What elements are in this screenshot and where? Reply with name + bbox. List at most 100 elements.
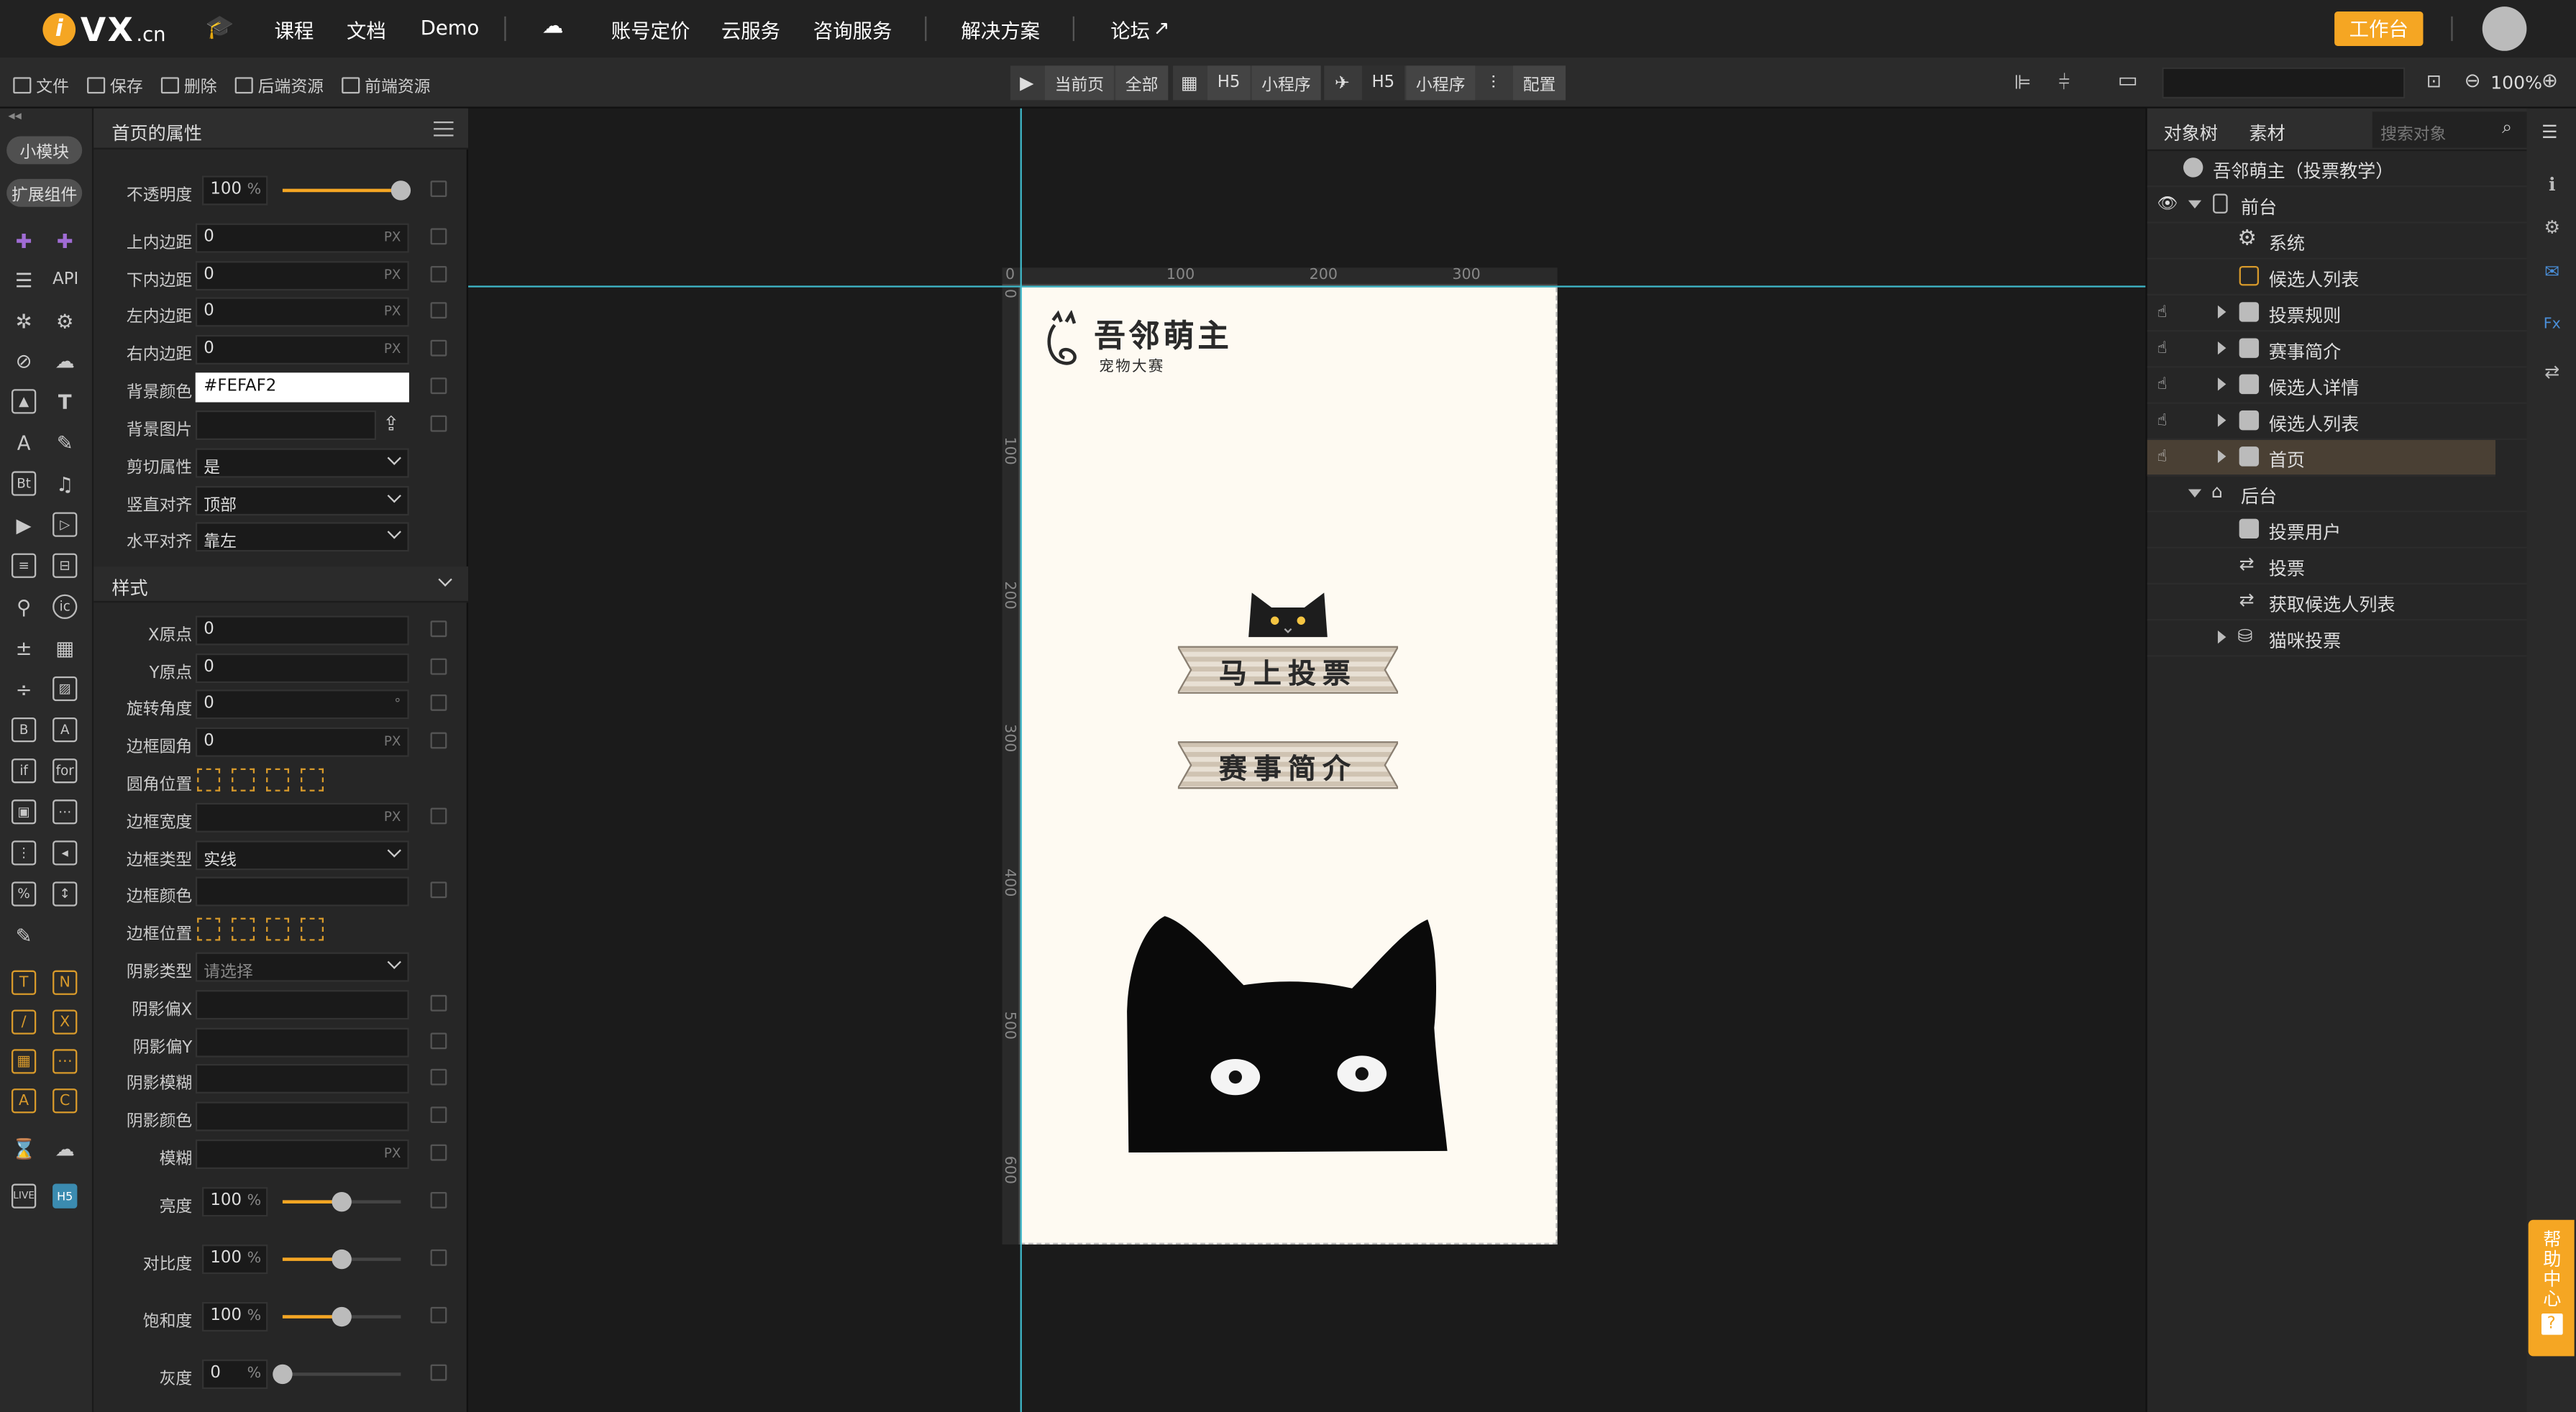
cloud-icon[interactable]: ☁ (542, 15, 564, 40)
gear-icon[interactable]: ⚙ (52, 308, 77, 333)
layout-icon[interactable]: ▣ (11, 799, 37, 825)
custom-var-icon[interactable]: C (52, 1088, 78, 1114)
tree-item-candidate-detail[interactable]: ☝ 候选人详情 (2147, 368, 2529, 404)
y-origin-input[interactable]: 0 (195, 653, 409, 684)
expand-arrow-icon[interactable] (2217, 341, 2226, 355)
copy-icon[interactable] (430, 994, 447, 1012)
contrast-slider-knob[interactable] (332, 1249, 352, 1270)
frontend-resources-button[interactable]: 前端资源 (342, 72, 431, 97)
guide-line-vertical[interactable] (1020, 108, 1022, 1412)
tree-item-vote-rules[interactable]: ☝ 投票规则 (2147, 295, 2529, 332)
copy-icon[interactable] (430, 807, 447, 825)
tree-item-candidate-list-page[interactable]: ☝ 候选人列表 (2147, 404, 2529, 441)
tree-item-system[interactable]: ⚙ 系统 (2147, 224, 2529, 260)
divide-icon[interactable]: ÷ (12, 677, 36, 701)
file-button[interactable]: 文件 (13, 72, 69, 97)
scroll-icon[interactable]: ↕ (52, 881, 78, 907)
blur-input[interactable]: PX (195, 1139, 409, 1169)
shadow-y-input[interactable] (195, 1027, 409, 1058)
hourglass-icon[interactable]: ⌛ (12, 1136, 36, 1160)
publish-h5[interactable]: H5 (1361, 65, 1405, 101)
border-left[interactable] (301, 917, 324, 941)
notes-icon[interactable]: ✎ (12, 922, 36, 947)
tree-item-project[interactable]: 吾邻萌主（投票教学） (2147, 151, 2529, 188)
align-left-icon[interactable]: ⊫ (2014, 70, 2032, 93)
for-icon[interactable]: for (52, 758, 78, 784)
halign-select[interactable]: 靠左 (195, 522, 409, 552)
grid-var-icon[interactable]: ▦ (11, 1049, 37, 1074)
tree-item-candidate-list-data[interactable]: 候选人列表 (2147, 260, 2529, 296)
saturate-slider[interactable] (282, 1306, 401, 1327)
valign-select[interactable]: 顶部 (195, 485, 409, 516)
brightness-slider-knob[interactable] (332, 1191, 352, 1212)
preview-current-page[interactable]: 当前页 (1044, 65, 1114, 101)
copy-icon[interactable] (430, 1106, 447, 1124)
expand-arrow-icon[interactable] (2217, 630, 2226, 644)
copy-icon[interactable] (430, 1191, 447, 1209)
tree-item-event-intro[interactable]: ☝ 赛事简介 (2147, 331, 2529, 368)
picker-icon[interactable]: ◂ (52, 840, 78, 866)
array-var-icon[interactable]: A (11, 1088, 37, 1114)
bg-image-input[interactable] (195, 410, 377, 441)
avatar[interactable] (2482, 6, 2527, 51)
qr-h5[interactable]: H5 (1207, 65, 1251, 101)
music-icon[interactable]: ♫ (52, 471, 77, 495)
copy-icon[interactable] (430, 1068, 447, 1086)
saturate-slider-knob[interactable] (332, 1306, 352, 1327)
tab-object-tree[interactable]: 对象树 (2164, 120, 2218, 147)
copy-icon[interactable] (430, 1306, 447, 1324)
contrast-input[interactable]: 100% (201, 1244, 268, 1275)
nav-cloud[interactable]: 云服务 (721, 17, 780, 45)
eye-icon[interactable]: 👁 (2157, 196, 2178, 214)
copy-icon[interactable] (430, 881, 447, 899)
border-right[interactable] (232, 917, 255, 941)
copy-icon[interactable] (430, 228, 447, 245)
align-center-icon[interactable]: ⫩ (2058, 70, 2070, 95)
number-var-icon[interactable]: N (52, 970, 78, 995)
expand-arrow-icon[interactable] (2217, 305, 2226, 319)
image-icon[interactable]: ▲ (11, 389, 37, 414)
edit-icon[interactable]: ✎ (52, 430, 77, 454)
expand-arrow-icon[interactable] (2217, 413, 2226, 427)
tab-assets[interactable]: 素材 (2249, 120, 2285, 147)
copy-icon[interactable] (430, 658, 447, 675)
gallery-icon[interactable]: A (52, 717, 78, 743)
qrcode-icon[interactable]: ▦ (1173, 72, 1206, 93)
x-origin-input[interactable]: 0 (195, 615, 409, 646)
chat-icon[interactable]: ✉ (2541, 261, 2563, 283)
page-preview[interactable]: 吾邻萌主 宠物大赛 马上投票 赛事简介 (1020, 287, 1558, 1245)
paper-plane-icon[interactable]: ✈ (1324, 72, 1360, 93)
brightness-input[interactable]: 100% (201, 1187, 268, 1217)
nav-solutions[interactable]: 解决方案 (961, 17, 1040, 45)
info-icon[interactable]: ℹ (2541, 174, 2563, 196)
x-var-icon[interactable]: X (52, 1009, 78, 1035)
event-intro-button[interactable]: 赛事简介 (1177, 737, 1399, 793)
media-icon[interactable]: ▷ (52, 512, 78, 537)
graduation-cap-icon[interactable]: 🎓 (206, 15, 234, 42)
vertical-slider-icon[interactable]: ⋮ (11, 840, 37, 866)
shadow-color-input[interactable] (195, 1101, 409, 1132)
hand-pointer-icon[interactable]: ☝ (2157, 340, 2167, 358)
config-button[interactable]: 配置 (1512, 65, 1566, 101)
backend-resources-button[interactable]: 后端资源 (234, 72, 324, 97)
corner-tl[interactable] (197, 768, 221, 792)
expand-arrow-icon[interactable] (2217, 449, 2226, 464)
hand-pointer-icon[interactable]: ☝ (2157, 303, 2167, 321)
workbench-button[interactable]: 工作台 (2334, 11, 2424, 46)
cluster-icon[interactable]: ✲ (12, 308, 36, 333)
radius-input[interactable]: 0 PX (195, 727, 409, 757)
tree-item-vote[interactable]: ⇄ 投票 (2147, 549, 2529, 584)
preview-all[interactable]: 全部 (1115, 65, 1169, 101)
video-icon[interactable]: ▶ (12, 513, 36, 537)
zoom-in-icon[interactable]: ⊕ (2541, 69, 2558, 92)
text-icon[interactable]: T (52, 389, 77, 413)
wechat-icon[interactable]: ☁ (52, 348, 77, 372)
nav-consulting[interactable]: 咨询服务 (813, 17, 892, 45)
search-icon[interactable]: ⌕ (2502, 116, 2512, 139)
api-icon[interactable]: API (52, 271, 78, 289)
hand-pointer-icon[interactable]: ☝ (2157, 412, 2167, 430)
translate-icon[interactable]: A (12, 430, 36, 454)
location-icon[interactable]: ⚲ (12, 595, 36, 619)
pad-top-input[interactable]: 0 PX (195, 223, 409, 253)
transfer-icon[interactable]: ⇄ (2541, 361, 2563, 382)
